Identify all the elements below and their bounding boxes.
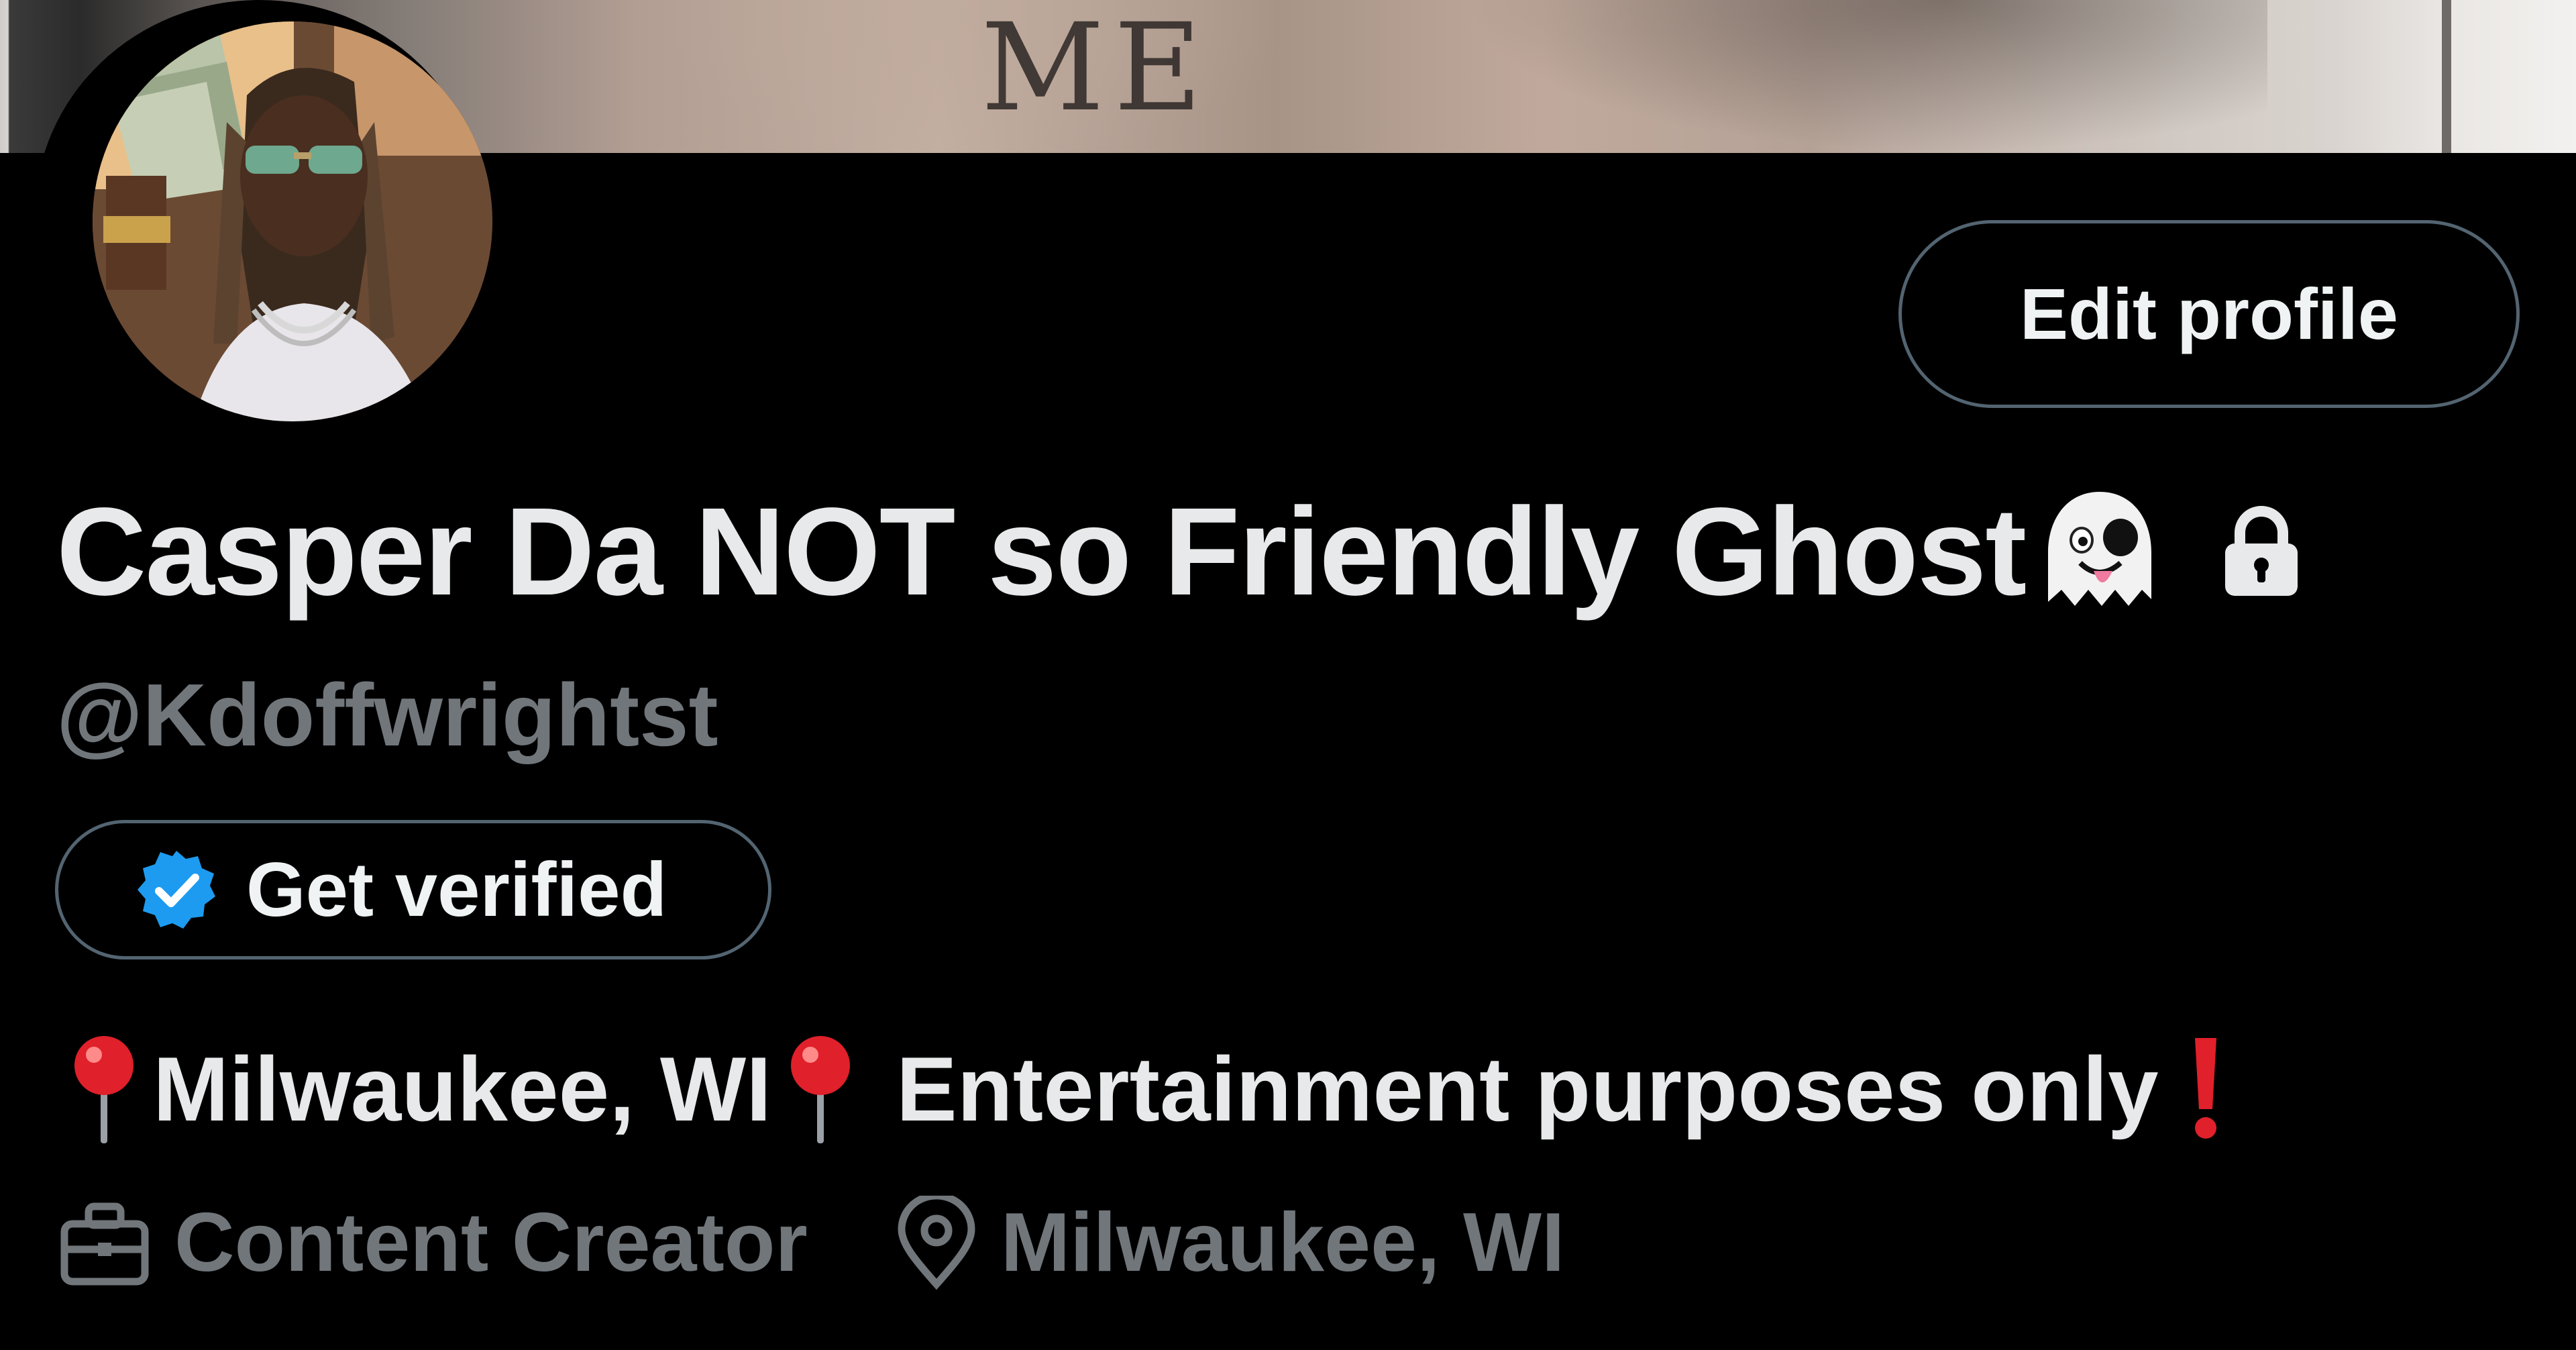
profile-bio: Milwaukee, WI Entertainment purposes onl…	[67, 1025, 2226, 1153]
ghost-emoji-icon	[2029, 488, 2170, 615]
location-pin-icon	[898, 1196, 975, 1290]
profile-category: Content Creator	[174, 1196, 808, 1289]
banner-shadow	[1462, 0, 2267, 153]
profile-location: Milwaukee, WI	[1000, 1196, 1565, 1289]
bio-disclaimer-text: Entertainment purposes only	[896, 1038, 2159, 1140]
protected-lock-icon	[2221, 505, 2302, 599]
get-verified-label: Get verified	[246, 847, 667, 933]
profile-handle: @Kdoffwrightst	[56, 666, 718, 764]
avatar-photo	[93, 21, 492, 421]
profile-name-row: Casper Da NOT so Friendly Ghost	[56, 482, 2302, 621]
edit-profile-button[interactable]: Edit profile	[1898, 220, 2520, 408]
profile-meta: Content Creator Milwaukee, WI	[59, 1189, 1564, 1296]
get-verified-button[interactable]: Get verified	[55, 820, 771, 959]
banner-edge	[2442, 0, 2451, 153]
avatar[interactable]	[35, 0, 492, 429]
briefcase-icon	[60, 1202, 149, 1286]
banner-tattoo-text: ME	[981, 0, 1212, 138]
round-pushpin-emoji-icon	[67, 1032, 141, 1146]
round-pushpin-emoji-icon	[784, 1032, 857, 1146]
display-name: Casper Da NOT so Friendly Ghost	[56, 482, 2027, 621]
bio-location-text: Milwaukee, WI	[153, 1038, 771, 1140]
exclamation-mark-emoji-icon	[2186, 1035, 2226, 1143]
verified-badge-icon	[138, 851, 215, 929]
